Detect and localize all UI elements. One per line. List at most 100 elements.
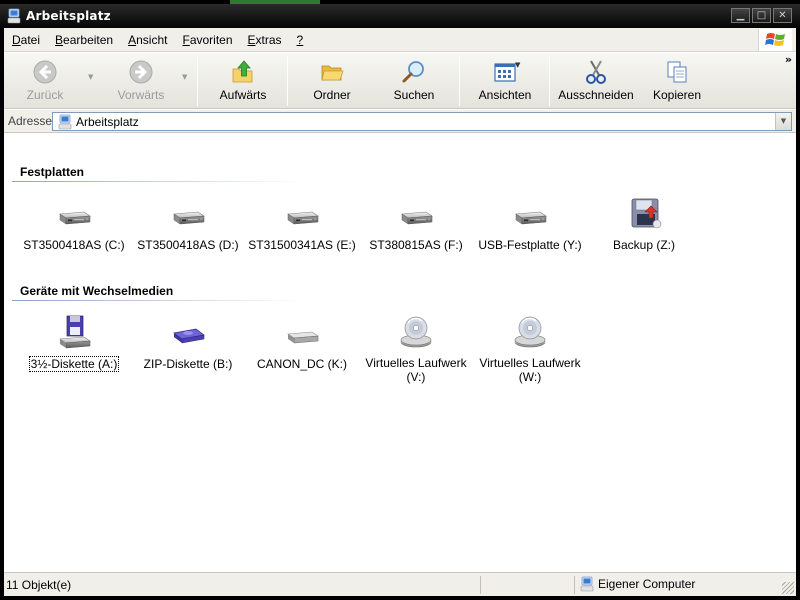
back-dropdown-icon[interactable]: ▼ bbox=[88, 73, 93, 81]
status-bar: 11 Objekt(e) Eigener Computer bbox=[4, 572, 796, 596]
hard-drive-icon bbox=[282, 194, 322, 234]
group-title-wechselmedien: Geräte mit Wechselmedien bbox=[20, 284, 174, 298]
object-count: 11 Objekt(e) bbox=[6, 578, 72, 592]
folder-up-icon bbox=[232, 60, 253, 83]
drive-item-v[interactable]: Virtuelles Laufwerk (V:) bbox=[359, 313, 473, 385]
drive-item-y[interactable]: USB-Festplatte (Y:) bbox=[473, 194, 587, 253]
window-controls: ▁ □ ✕ bbox=[731, 8, 792, 23]
backup-drive-icon bbox=[631, 198, 662, 229]
toolbar-separator bbox=[287, 56, 288, 106]
explorer-window: Arbeitsplatz ▁ □ ✕ Datei Bearbeiten Ansi… bbox=[0, 0, 800, 600]
address-label: Adresse bbox=[8, 114, 53, 128]
cd-drive-icon bbox=[396, 313, 436, 353]
status-divider bbox=[480, 576, 481, 594]
drive-item-k[interactable]: CANON_DC (K:) bbox=[245, 313, 359, 372]
status-divider bbox=[574, 576, 575, 594]
my-computer-icon bbox=[58, 114, 72, 129]
group-title-festplatten: Festplatten bbox=[20, 165, 85, 179]
up-label: Aufwärts bbox=[219, 88, 267, 102]
resize-grip[interactable] bbox=[782, 582, 794, 594]
toolbar-separator bbox=[549, 56, 550, 106]
drive-item-c[interactable]: ST3500418AS (C:) bbox=[17, 194, 131, 253]
toolbar-overflow-chevron-icon[interactable]: » bbox=[785, 53, 792, 66]
toolbar-separator bbox=[459, 56, 460, 106]
menu-bar: Datei Bearbeiten Ansicht Favoriten Extra… bbox=[4, 28, 796, 52]
hard-drive-icon bbox=[510, 194, 550, 234]
status-zone: Eigener Computer bbox=[580, 576, 695, 592]
address-input[interactable]: Arbeitsplatz ▼ bbox=[52, 112, 792, 131]
drive-item-a[interactable]: 3½-Diskette (A:) bbox=[17, 313, 131, 372]
menu-bearbeiten[interactable]: Bearbeiten bbox=[47, 33, 120, 47]
copy-icon bbox=[667, 61, 687, 83]
content-pane: Festplatten ST3500418AS (C:) ST3500418AS… bbox=[4, 134, 796, 571]
folders-button[interactable]: Ordner bbox=[301, 57, 363, 105]
zone-label: Eigener Computer bbox=[598, 577, 696, 591]
title-bar[interactable]: Arbeitsplatz ▁ □ ✕ bbox=[0, 4, 800, 28]
drive-label: CANON_DC (K:) bbox=[256, 357, 347, 371]
drive-item-e[interactable]: ST31500341AS (E:) bbox=[245, 194, 359, 253]
drive-label: ST31500341AS (E:) bbox=[248, 238, 356, 252]
drive-item-z[interactable]: Backup (Z:) bbox=[587, 194, 701, 253]
drive-label: Backup (Z:) bbox=[612, 238, 675, 252]
toolbar: Zurück ▼ Vorwärts ▼ Aufwärts Ordner Such… bbox=[4, 53, 796, 109]
forward-button[interactable]: Vorwärts bbox=[110, 57, 172, 105]
window-title: Arbeitsplatz bbox=[26, 9, 111, 23]
close-button[interactable]: ✕ bbox=[773, 8, 792, 23]
scissors-icon bbox=[586, 60, 606, 84]
views-dropdown-icon[interactable]: ▼ bbox=[515, 61, 520, 69]
back-label: Zurück bbox=[26, 88, 64, 102]
toolbar-separator bbox=[197, 56, 198, 106]
drive-label: ST3500418AS (D:) bbox=[137, 238, 239, 252]
menu-extras[interactable]: Extras bbox=[240, 33, 289, 47]
search-label: Suchen bbox=[393, 88, 435, 102]
cut-label: Ausschneiden bbox=[558, 88, 634, 102]
up-button[interactable]: Aufwärts bbox=[212, 57, 274, 105]
hard-drive-icon bbox=[396, 194, 436, 234]
drive-label: ZIP-Diskette (B:) bbox=[143, 357, 233, 371]
menu-favoriten[interactable]: Favoriten bbox=[174, 33, 239, 47]
views-label: Ansichten bbox=[478, 88, 532, 102]
search-icon bbox=[402, 61, 424, 83]
removable-drive-icon bbox=[287, 331, 319, 344]
address-dropdown-button[interactable]: ▼ bbox=[775, 113, 791, 130]
back-arrow-icon bbox=[33, 60, 57, 84]
search-button[interactable]: Suchen bbox=[383, 57, 445, 105]
drive-label: Virtuelles Laufwerk (W:) bbox=[479, 356, 581, 384]
hard-drive-icon bbox=[54, 194, 94, 234]
menu-help[interactable]: ? bbox=[289, 33, 311, 47]
window-frame: Datei Bearbeiten Ansicht Favoriten Extra… bbox=[4, 28, 796, 596]
forward-dropdown-icon[interactable]: ▼ bbox=[182, 73, 187, 81]
my-computer-icon bbox=[7, 8, 21, 24]
hard-drive-icon bbox=[168, 194, 208, 234]
group-divider bbox=[12, 300, 302, 301]
floppy-drive-icon bbox=[59, 315, 91, 349]
folder-icon bbox=[321, 65, 344, 81]
drive-label: 3½-Diskette (A:) bbox=[28, 356, 120, 372]
copy-label: Kopieren bbox=[652, 88, 702, 102]
back-button[interactable]: Zurück bbox=[14, 57, 76, 105]
minimize-button[interactable]: ▁ bbox=[731, 8, 750, 23]
drive-item-b[interactable]: ZIP-Diskette (B:) bbox=[131, 313, 245, 372]
drive-item-f[interactable]: ST380815AS (F:) bbox=[359, 194, 473, 253]
drive-label: ST380815AS (F:) bbox=[369, 238, 463, 252]
forward-arrow-icon bbox=[129, 60, 153, 84]
drive-label: ST3500418AS (C:) bbox=[23, 238, 125, 252]
drive-item-d[interactable]: ST3500418AS (D:) bbox=[131, 194, 245, 253]
drive-item-w[interactable]: Virtuelles Laufwerk (W:) bbox=[473, 313, 587, 385]
drive-label: USB-Festplatte (Y:) bbox=[478, 238, 582, 252]
drive-label: Virtuelles Laufwerk (V:) bbox=[365, 356, 467, 384]
my-computer-icon bbox=[580, 576, 594, 592]
maximize-button[interactable]: □ bbox=[752, 8, 771, 23]
cut-button[interactable]: Ausschneiden bbox=[556, 57, 636, 105]
address-value: Arbeitsplatz bbox=[76, 114, 139, 129]
windows-logo-icon bbox=[758, 29, 792, 51]
address-bar: Adresse Arbeitsplatz ▼ bbox=[4, 110, 796, 133]
views-button[interactable]: Ansichten bbox=[474, 57, 536, 105]
copy-button[interactable]: Kopieren bbox=[646, 57, 708, 105]
forward-label: Vorwärts bbox=[117, 88, 165, 102]
zip-drive-icon bbox=[173, 328, 205, 344]
group-divider bbox=[12, 181, 302, 182]
menu-datei[interactable]: Datei bbox=[4, 33, 47, 47]
menu-ansicht[interactable]: Ansicht bbox=[120, 33, 174, 47]
cd-drive-icon bbox=[510, 313, 550, 353]
